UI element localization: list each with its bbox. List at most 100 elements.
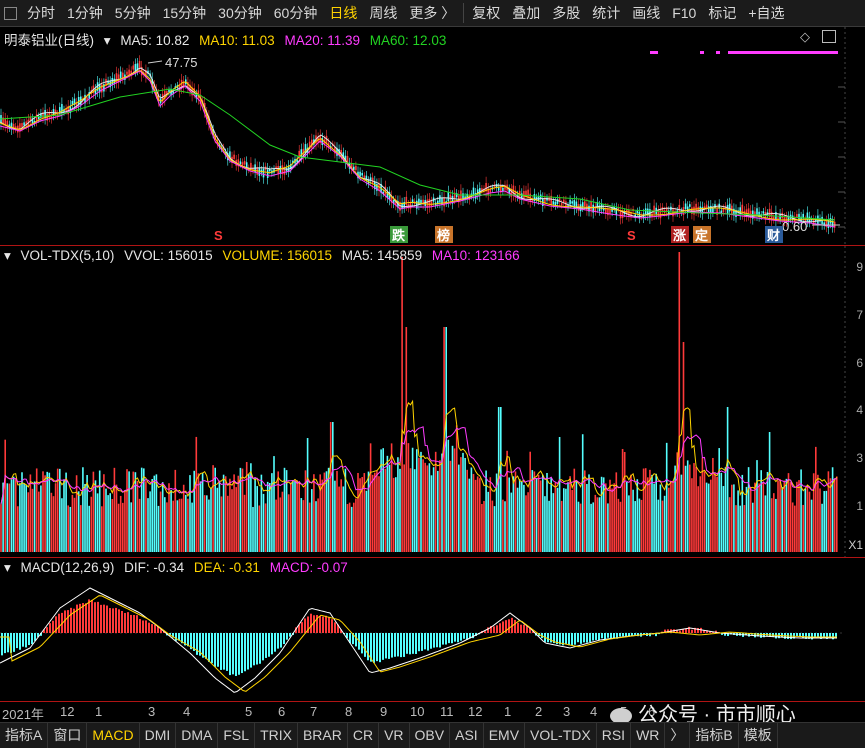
period-more[interactable]: 更多 〉	[403, 0, 461, 26]
indicator-tab-15[interactable]: WR	[631, 723, 666, 748]
volume-bar	[355, 498, 357, 552]
chevron-down-icon[interactable]: ▾	[4, 560, 11, 575]
indicator-tab-12[interactable]: EMV	[484, 723, 526, 748]
volume-bar	[710, 479, 712, 552]
indicator-tab-16[interactable]: 〉	[665, 723, 691, 748]
indicator-tab-18[interactable]: 模板	[739, 723, 778, 748]
indicator-tab-14[interactable]: RSI	[597, 723, 632, 748]
price-chart[interactable]: 47.75 0.60 S 跌 榜 S 涨定 财	[0, 27, 865, 245]
volume-bar	[649, 469, 651, 552]
indicator-tab-6[interactable]: TRIX	[255, 723, 298, 748]
volume-bar	[735, 505, 737, 552]
vol-unit: X1	[848, 538, 863, 552]
volume-bar	[214, 467, 216, 552]
indicator-tab-13[interactable]: VOL-TDX	[525, 723, 597, 748]
volume-bar	[317, 498, 319, 552]
volume-bar	[563, 488, 565, 552]
volume-bar	[836, 476, 838, 552]
f10-button[interactable]: F10	[666, 0, 702, 26]
indicator-tab-3[interactable]: DMI	[140, 723, 177, 748]
event-marker	[700, 51, 704, 54]
volume-bar	[348, 502, 351, 552]
period-30min[interactable]: 30分钟	[212, 0, 268, 26]
volume-bar	[294, 480, 296, 552]
volume-bar	[632, 489, 634, 552]
volume-bar	[376, 470, 378, 552]
mark-button[interactable]: 标记	[702, 0, 742, 26]
macd-bar	[442, 633, 444, 645]
macd-bar	[277, 633, 279, 649]
macd-bar	[568, 633, 570, 646]
volume-bar	[596, 497, 599, 552]
indicator-tab-7[interactable]: BRAR	[298, 723, 348, 748]
macd-chart[interactable]	[0, 558, 865, 701]
price-candle	[21, 123, 23, 128]
price-candle	[430, 201, 433, 207]
volume-bar	[479, 478, 481, 552]
price-pane[interactable]: 47.75 0.60 S 跌 榜 S 涨定 财 明泰铝业(日线) ▾ MA5: 10.82 M…	[0, 27, 865, 245]
volume-bar	[794, 505, 796, 552]
indicator-tab-5[interactable]: FSL	[218, 723, 256, 748]
volume-bar	[88, 505, 90, 552]
volume-bar	[19, 483, 21, 552]
period-intraday[interactable]: 分时	[21, 0, 61, 26]
period-weekly[interactable]: 周线	[363, 0, 403, 26]
indicator-tab-1[interactable]: 窗口	[48, 723, 88, 748]
sync-checkbox[interactable]	[4, 6, 17, 20]
period-1min[interactable]: 1分钟	[61, 0, 109, 26]
add-watchlist-button[interactable]: +自选	[742, 0, 790, 26]
diamond-icon[interactable]: ◇	[800, 29, 810, 45]
period-daily[interactable]: 日线	[323, 0, 363, 26]
period-15min[interactable]: 15分钟	[157, 0, 213, 26]
indicator-tab-4[interactable]: DMA	[176, 723, 219, 748]
vol-axis-tick: 4	[856, 403, 863, 417]
indicator-tab-0[interactable]: 指标A	[0, 723, 49, 748]
volume-bar	[521, 481, 523, 552]
macd-bar	[19, 633, 21, 650]
volume-bar	[29, 474, 32, 552]
macd-pane[interactable]: ▾ MACD(12,26,9) DIF: -0.34 DEA: -0.31 MA…	[0, 557, 865, 701]
multi-stock-button[interactable]: 多股	[546, 0, 586, 26]
macd-bar	[85, 603, 87, 633]
indicator-tab-17[interactable]: 指标B	[690, 723, 739, 748]
volume-bar	[516, 487, 519, 552]
volume-bar	[6, 483, 9, 552]
volume-bar	[680, 474, 683, 552]
period-toolbar: 分时 1分钟 5分钟 15分钟 30分钟 60分钟 日线 周线 更多 〉 复权 …	[0, 0, 865, 27]
price-candle	[552, 201, 555, 205]
toolbar-divider	[463, 3, 465, 23]
volume-chart[interactable]	[0, 246, 865, 557]
chevron-down-icon[interactable]: ▾	[104, 33, 111, 48]
time-axis-label: 10	[410, 704, 425, 719]
window-icon[interactable]	[822, 30, 836, 43]
volume-bar	[203, 495, 206, 552]
volume-pane[interactable]: ▾ VOL-TDX(5,10) VVOL: 156015 VOLUME: 156…	[0, 245, 865, 557]
statistics-button[interactable]: 统计	[586, 0, 626, 26]
indicator-tab-11[interactable]: ASI	[450, 723, 484, 748]
adjust-button[interactable]: 复权	[466, 0, 506, 26]
volume-bar	[180, 498, 183, 552]
period-5min[interactable]: 5分钟	[109, 0, 157, 26]
price-candle	[285, 168, 288, 172]
volume-bar	[222, 474, 225, 552]
indicator-tab-8[interactable]: CR	[348, 723, 380, 748]
draw-line-button[interactable]: 画线	[626, 0, 666, 26]
volume-bar	[651, 474, 653, 552]
chevron-down-icon[interactable]: ▾	[4, 248, 11, 263]
volume-bar	[506, 450, 508, 552]
overlay-button[interactable]: 叠加	[506, 0, 546, 26]
volume-bar	[678, 252, 681, 552]
indicator-tab-10[interactable]: OBV	[410, 723, 451, 748]
volume-bar	[185, 494, 187, 552]
volume-bar	[640, 499, 643, 552]
period-60min[interactable]: 60分钟	[268, 0, 324, 26]
volume-bar	[502, 499, 504, 552]
indicator-tab-9[interactable]: VR	[379, 723, 410, 748]
volume-bar	[560, 500, 563, 552]
indicator-tab-2[interactable]: MACD	[87, 723, 140, 748]
volume-bar	[703, 471, 706, 552]
volume-bar	[823, 491, 825, 552]
macd-bar	[187, 633, 189, 647]
volume-bar	[42, 471, 44, 552]
volume-bar	[644, 468, 647, 552]
